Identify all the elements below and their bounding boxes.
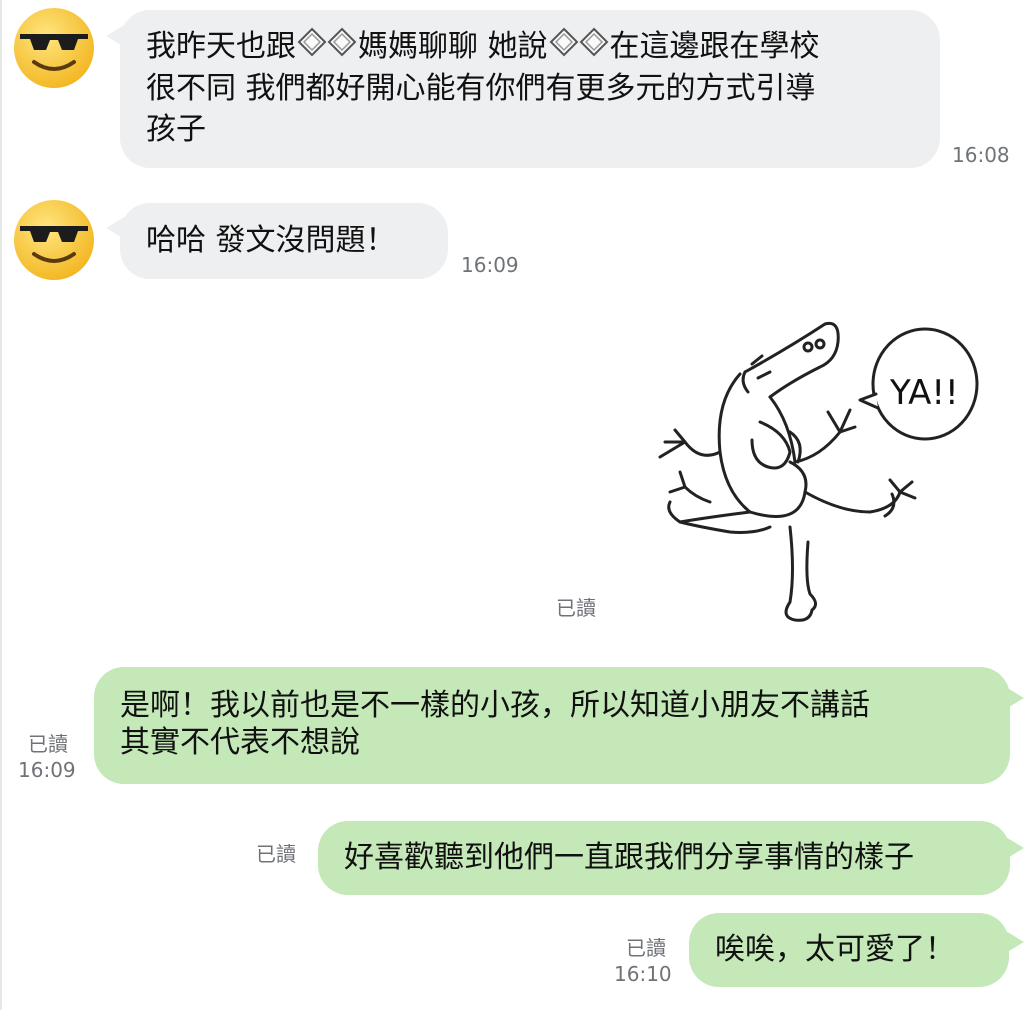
sunglasses-emoji-icon — [14, 8, 94, 88]
read-receipt: 已讀 — [626, 936, 666, 960]
message-bubble[interactable]: 哈哈 發文沒問題！ — [120, 203, 448, 279]
message-text: 唉唉，太可愛了！ — [715, 932, 955, 967]
dinosaur-sticker[interactable]: YA!! — [640, 312, 990, 652]
message-bubble[interactable]: 唉唉，太可愛了！ — [689, 913, 1009, 987]
bubble-tail — [1004, 686, 1024, 710]
message-time: 16:09 — [461, 253, 519, 277]
redaction-mark — [296, 27, 358, 68]
message-text: 哈哈 發文沒問題！ — [146, 223, 396, 258]
avatar[interactable] — [12, 6, 96, 90]
message-time: 16:09 — [18, 758, 76, 782]
read-receipt: 已讀 — [28, 732, 68, 756]
read-receipt: 已讀 — [256, 842, 296, 866]
message-text-line: 其實不代表不想說 — [120, 725, 360, 760]
message-text-line: 很不同 我們都好開心能有你們有更多元的方式引導 — [146, 71, 816, 106]
chat-left-edge — [0, 0, 2, 1010]
message-text-line: 我昨天也跟 媽媽聊聊 她說 在這邊跟在學校 — [146, 26, 914, 68]
message-bubble[interactable]: 我昨天也跟 媽媽聊聊 她說 在這邊跟在學校 很不同 我們都好開心能有你們有更多元的方… — [120, 10, 940, 168]
message-time: 16:08 — [952, 143, 1010, 167]
avatar[interactable] — [12, 198, 96, 282]
bubble-tail — [1004, 836, 1024, 860]
sticker-speech-text: YA!! — [889, 373, 959, 413]
message-bubble[interactable]: 是啊！我以前也是不一樣的小孩，所以知道小朋友不講話 其實不代表不想說 — [94, 667, 1010, 784]
message-time: 16:10 — [614, 962, 672, 986]
bubble-tail — [1004, 930, 1024, 954]
dinosaur-sticker-image: YA!! — [658, 321, 979, 622]
message-text-line: 是啊！我以前也是不一樣的小孩，所以知道小朋友不講話 — [120, 688, 870, 723]
message-text-line: 孩子 — [146, 112, 206, 147]
read-receipt: 已讀 — [556, 596, 596, 620]
sunglasses-emoji-icon — [14, 200, 94, 280]
message-text: 好喜歡聽到他們一直跟我們分享事情的樣子 — [344, 840, 914, 875]
redaction-mark — [548, 27, 610, 68]
message-bubble[interactable]: 好喜歡聽到他們一直跟我們分享事情的樣子 — [318, 821, 1010, 895]
